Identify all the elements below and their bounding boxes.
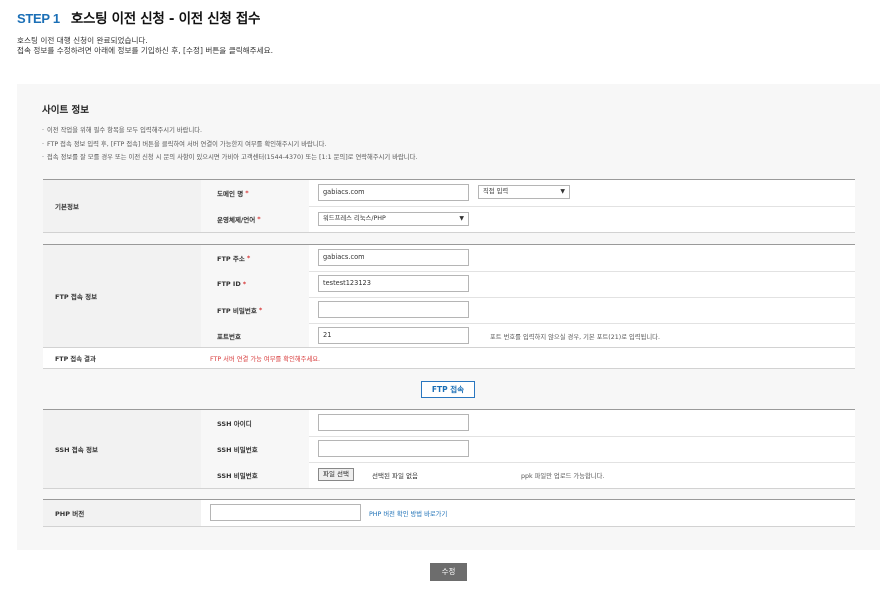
note-item: 접속 정보를 잘 모를 경우 또는 이전 신청 시 문의 사항이 있으시면 가비…: [42, 151, 417, 165]
intro-line-1: 호스팅 이전 대행 신청이 완료되었습니다.: [17, 36, 148, 45]
ssh-id-label: SSH 아이디: [201, 410, 309, 436]
note-item: 이전 작업을 위해 필수 항목을 모두 입력해주시기 바랍니다.: [42, 124, 417, 138]
ftp-group: FTP 접속 정보 FTP 주소 * gabiacs.com FTP ID * te…: [43, 244, 855, 369]
os-row: 운영체제/언어 * 워드프레스 리눅스/PHP ▼: [201, 206, 855, 232]
php-group: PHP 버전 PHP 버전 확인 방법 바로가기: [43, 499, 855, 527]
ssh-group: SSH 접속 정보 SSH 아이디 SSH 비밀번호 SSH 비밀번호 파일 선…: [43, 409, 855, 489]
site-info-panel: 사이트 정보 이전 작업을 위해 필수 항목을 모두 입력해주시기 바랍니다. …: [17, 84, 880, 550]
ftp-id-row: FTP ID * testest123123: [201, 271, 855, 298]
note-item: FTP 접속 정보 입력 후, [FTP 접속] 버튼을 클릭하여 서버 연결이…: [42, 138, 417, 152]
ftp-id-label: FTP ID *: [201, 271, 309, 297]
step-indicator: STEP 1: [17, 11, 60, 26]
domain-select[interactable]: 직접 입력 ▼: [478, 185, 570, 199]
os-select[interactable]: 워드프레스 리눅스/PHP ▼: [318, 212, 469, 226]
ftp-pw-input[interactable]: [318, 301, 469, 318]
port-hint: 포트 번호를 입력하지 않으실 경우, 기본 포트(21)로 입력됩니다.: [490, 333, 660, 341]
ssh-id-input[interactable]: [318, 414, 469, 431]
page-title: 호스팅 이전 신청 - 이전 신청 접수: [70, 11, 261, 27]
php-category: PHP 버전: [43, 500, 201, 526]
ssh-id-row: SSH 아이디: [201, 410, 855, 437]
submit-button[interactable]: 수정: [430, 563, 467, 581]
ssh-pw-label: SSH 비밀번호: [201, 436, 309, 462]
ssh-pw-input[interactable]: [318, 440, 469, 457]
php-version-input[interactable]: [210, 504, 361, 521]
file-status: 선택된 파일 없음: [372, 472, 418, 480]
dropdown-arrow-icon: ▼: [560, 188, 565, 195]
domain-label: 도메인 명 *: [201, 180, 309, 206]
domain-row: 도메인 명 * gabiacs.com 직접 입력 ▼: [201, 180, 855, 207]
ftp-result-text: FTP 서버 연결 가능 여부를 확인해주세요.: [210, 355, 321, 363]
file-select-button[interactable]: 파일 선택: [318, 468, 354, 481]
ftp-result-row: FTP 접속 결과 FTP 서버 연결 가능 여부를 확인해주세요.: [43, 347, 855, 368]
ftp-addr-input[interactable]: gabiacs.com: [318, 249, 469, 266]
ftp-pw-label: FTP 비밀번호 *: [201, 297, 309, 323]
file-hint: ppk 파일만 업로드 가능합니다.: [521, 472, 605, 480]
basic-info-group: 기본정보 도메인 명 * gabiacs.com 직접 입력 ▼ 운영체제/언어 * …: [43, 179, 855, 233]
ftp-port-row: 포트번호 21 포트 번호를 입력하지 않으실 경우, 기본 포트(21)로 입…: [201, 323, 855, 350]
ftp-port-label: 포트번호: [201, 323, 309, 349]
ssh-key-row: SSH 비밀번호 파일 선택 선택된 파일 없음 ppk 파일만 업로드 가능합…: [201, 462, 855, 488]
ftp-pw-row: FTP 비밀번호 *: [201, 297, 855, 324]
intro-text: 호스팅 이전 대행 신청이 완료되었습니다. 접속 정보를 수정하려면 아래에 …: [17, 36, 273, 56]
ftp-addr-label: FTP 주소 *: [201, 245, 309, 271]
dropdown-arrow-icon: ▼: [459, 215, 464, 222]
ssh-category: SSH 접속 정보: [43, 410, 201, 488]
os-label: 운영체제/언어 *: [201, 206, 309, 232]
section-title: 사이트 정보: [42, 105, 90, 116]
php-version-help-link[interactable]: PHP 버전 확인 방법 바로가기: [369, 500, 447, 526]
domain-input[interactable]: gabiacs.com: [318, 184, 469, 201]
ssh-pw-row: SSH 비밀번호: [201, 436, 855, 463]
required-mark: *: [257, 215, 261, 223]
basic-info-category: 기본정보: [43, 180, 201, 232]
ftp-id-input[interactable]: testest123123: [318, 275, 469, 292]
required-mark: *: [245, 189, 249, 197]
page-header: STEP 1 호스팅 이전 신청 - 이전 신청 접수: [17, 7, 260, 27]
ftp-addr-row: FTP 주소 * gabiacs.com: [201, 245, 855, 272]
ftp-result-label: FTP 접속 결과: [55, 355, 96, 363]
ftp-category: FTP 접속 정보: [43, 245, 201, 347]
ftp-port-input[interactable]: 21: [318, 327, 469, 344]
ssh-key-label: SSH 비밀번호: [201, 462, 309, 488]
intro-line-2: 접속 정보를 수정하려면 아래에 정보를 기입하신 후, [수정] 버튼을 클릭…: [17, 46, 274, 55]
ftp-connect-button[interactable]: FTP 접속: [421, 381, 475, 398]
notes-list: 이전 작업을 위해 필수 항목을 모두 입력해주시기 바랍니다. FTP 접속 …: [42, 124, 417, 165]
